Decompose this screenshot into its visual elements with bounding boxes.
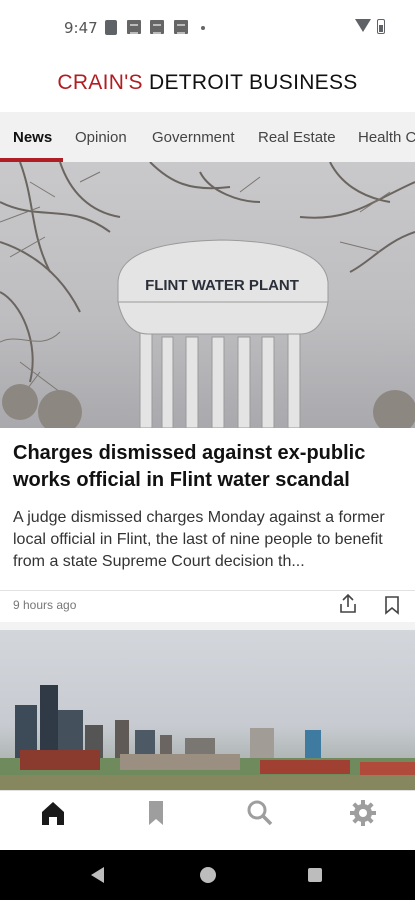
section-tabs: News Opinion Government Real Estate Heal… <box>0 112 415 162</box>
article-headline[interactable]: Charges dismissed against ex-public work… <box>13 440 398 494</box>
gear-icon[interactable] <box>349 799 377 827</box>
recents-square-icon[interactable] <box>307 867 323 883</box>
sim-icon <box>105 20 117 35</box>
article-timestamp: 9 hours ago <box>13 598 77 612</box>
water-tower-illustration: FLINT WATER PLANT <box>0 162 415 428</box>
share-icon[interactable] <box>337 592 359 616</box>
notification-icon <box>150 20 164 34</box>
tab-opinion[interactable]: Opinion <box>75 129 127 146</box>
battery-icon <box>377 19 385 34</box>
article-summary: A judge dismissed charges Monday against… <box>13 509 385 570</box>
article-image[interactable] <box>0 630 415 790</box>
bookmark-outline-icon[interactable] <box>383 595 401 615</box>
bottom-navigation <box>0 790 415 847</box>
home-circle-icon[interactable] <box>198 865 218 885</box>
article-image[interactable]: FLINT WATER PLANT <box>0 162 415 428</box>
detroit-skyline-illustration <box>0 685 415 790</box>
back-triangle-icon[interactable] <box>89 866 105 884</box>
feed-separator <box>0 622 415 630</box>
more-notifications-icon <box>201 26 205 30</box>
tab-real-estate[interactable]: Real Estate <box>258 129 336 146</box>
wifi-icon <box>355 19 371 32</box>
article-card[interactable]: Charges dismissed against ex-public work… <box>13 440 398 573</box>
divider <box>0 590 415 591</box>
tab-government[interactable]: Government <box>152 129 235 146</box>
tab-health[interactable]: Health C <box>358 129 415 146</box>
tab-news[interactable]: News <box>13 129 52 146</box>
notification-icon <box>127 20 141 34</box>
tower-label: FLINT WATER PLANT <box>145 277 299 294</box>
status-time: 9:47 <box>64 19 98 37</box>
bookmark-icon[interactable] <box>142 799 170 827</box>
search-icon[interactable] <box>246 799 274 827</box>
system-navigation-bar <box>0 850 415 900</box>
app-header: CRAIN'S DETROIT BUSINESS <box>0 56 415 112</box>
status-bar: 9:47 <box>0 0 415 56</box>
notification-icon <box>174 20 188 34</box>
home-icon[interactable] <box>39 799 67 827</box>
app-logo: CRAIN'S DETROIT BUSINESS <box>57 71 358 94</box>
